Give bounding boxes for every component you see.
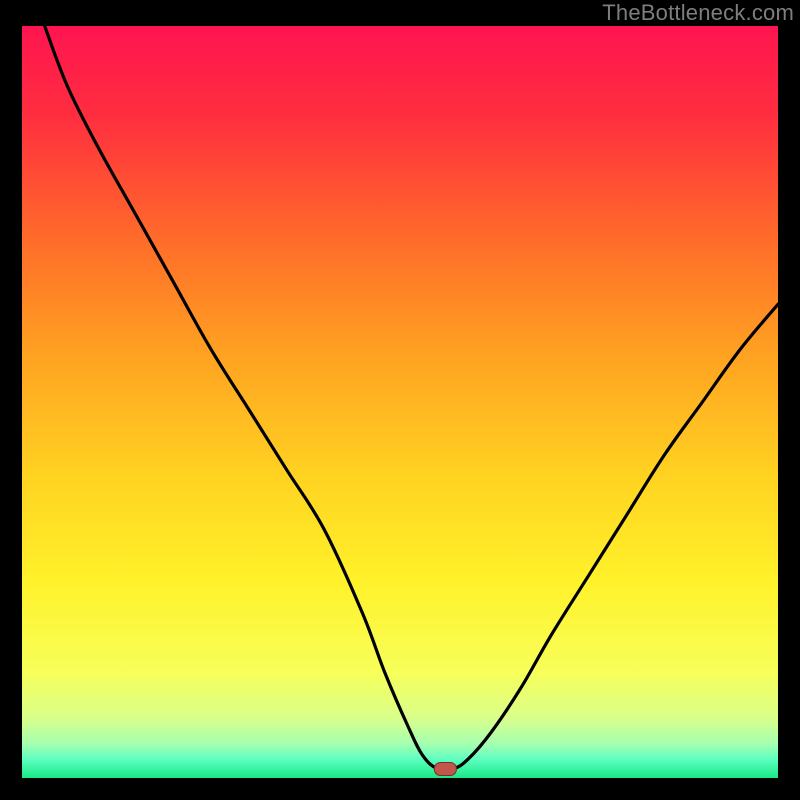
watermark-text: TheBottleneck.com: [602, 0, 794, 26]
chart-frame: TheBottleneck.com: [0, 0, 800, 800]
gradient-background: [22, 26, 778, 778]
optimal-marker: [434, 762, 456, 775]
bottleneck-chart: [22, 26, 778, 778]
